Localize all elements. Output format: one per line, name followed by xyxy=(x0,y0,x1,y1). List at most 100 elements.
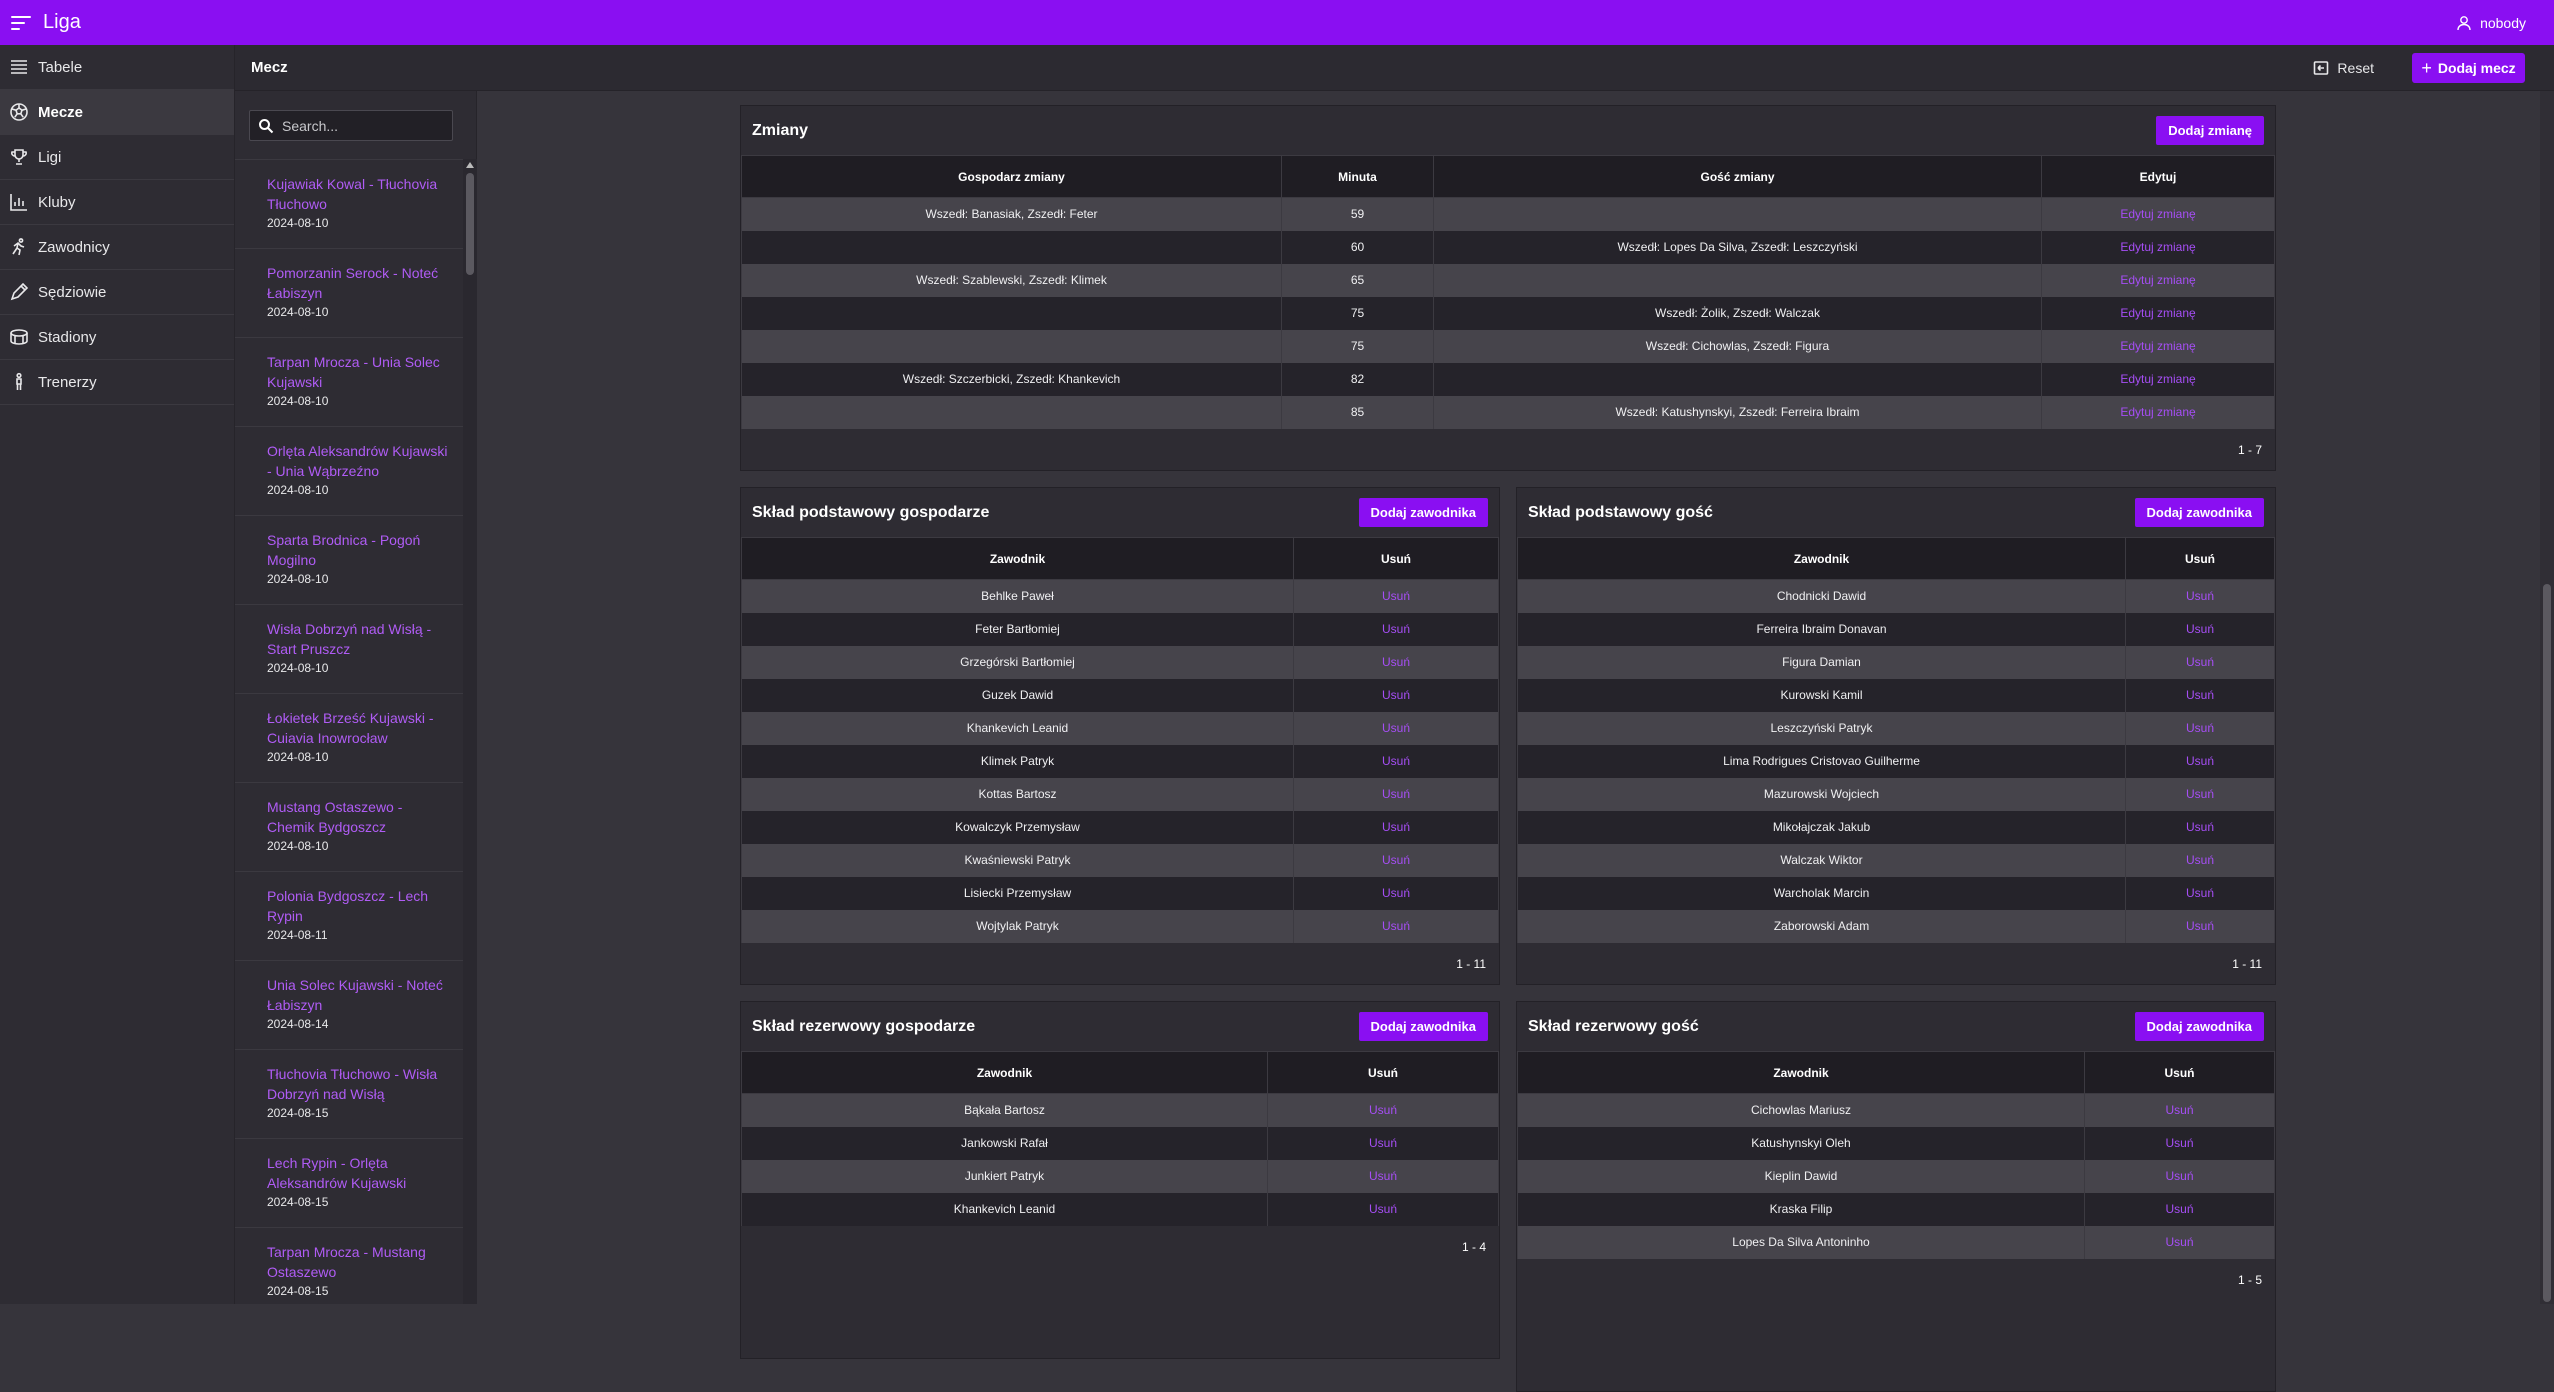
add-player-button[interactable]: Dodaj zawodnika xyxy=(2134,1012,2264,1041)
search-box[interactable] xyxy=(249,110,453,141)
list-item[interactable]: Tłuchovia Tłuchowo - Wisła Dobrzyń nad W… xyxy=(235,1049,463,1138)
list-item[interactable]: Kujawiak Kowal - Tłuchovia Tłuchowo 2024-… xyxy=(235,159,463,248)
column-header[interactable]: Zawodnik xyxy=(1517,537,2126,580)
sidebar-item-trenerzy[interactable]: Trenerzy xyxy=(0,360,234,405)
scrollbar-thumb[interactable] xyxy=(466,173,474,275)
reset-button[interactable]: Reset xyxy=(2313,57,2374,79)
remove-player-link[interactable]: Usuń xyxy=(2186,886,2214,900)
list-item[interactable]: Pomorzanin Serock - Noteć Łabiszyn 2024-0… xyxy=(235,248,463,337)
remove-player-link[interactable]: Usuń xyxy=(1382,655,1410,669)
edit-substitution-link[interactable]: Edytuj zmianę xyxy=(2120,306,2195,320)
remove-player-link[interactable]: Usuń xyxy=(2165,1136,2193,1150)
list-item[interactable]: Unia Solec Kujawski - Noteć Łabiszyn 2024… xyxy=(235,960,463,1049)
column-header[interactable]: Edytuj xyxy=(2041,155,2275,198)
menu-icon[interactable] xyxy=(11,15,31,30)
list-item[interactable]: Łokietek Brześć Kujawski - Cuiavia Inowr… xyxy=(235,693,463,782)
chart-icon xyxy=(10,194,27,211)
list-item[interactable]: Sparta Brodnica - Pogoń Mogilno 2024-08-1… xyxy=(235,515,463,604)
add-player-button[interactable]: Dodaj zawodnika xyxy=(1358,1012,1488,1041)
list-item[interactable]: Wisła Dobrzyń nad Wisłą - Start Pruszcz 2… xyxy=(235,604,463,693)
top-bar: Liga nobody xyxy=(0,0,2554,45)
user-menu[interactable]: nobody xyxy=(2456,0,2526,45)
pagination-info: 1 - 5 xyxy=(2237,1272,2262,1287)
remove-player-link[interactable]: Usuń xyxy=(1382,919,1410,933)
edit-substitution-link[interactable]: Edytuj zmianę xyxy=(2120,372,2195,386)
list-item[interactable]: Mustang Ostaszewo - Chemik Bydgoszcz 2024… xyxy=(235,782,463,871)
remove-player-link[interactable]: Usuń xyxy=(2186,688,2214,702)
scroll-up-icon[interactable] xyxy=(466,162,474,168)
remove-player-link[interactable]: Usuń xyxy=(1382,853,1410,867)
column-header[interactable]: Gość zmiany xyxy=(1433,155,2042,198)
sidebar-item-sedziowie[interactable]: Sędziowie xyxy=(0,270,234,315)
column-header[interactable]: Minuta xyxy=(1281,155,1434,198)
sidebar-item-kluby[interactable]: Kluby xyxy=(0,180,234,225)
add-substitution-button[interactable]: Dodaj zmianę xyxy=(2156,116,2264,145)
table-row: Khankevich Leanid Usuń xyxy=(741,711,1499,745)
list-scrollbar[interactable] xyxy=(463,159,477,1304)
remove-player-link[interactable]: Usuń xyxy=(1369,1103,1397,1117)
remove-player-link[interactable]: Usuń xyxy=(1369,1202,1397,1216)
remove-player-link[interactable]: Usuń xyxy=(2186,787,2214,801)
user-name: nobody xyxy=(2480,14,2526,31)
column-header[interactable]: Zawodnik xyxy=(741,537,1294,580)
sidebar-item-tabele[interactable]: Tabele xyxy=(0,45,234,90)
column-header[interactable]: Usuń xyxy=(2084,1051,2275,1094)
column-header[interactable]: Zawodnik xyxy=(741,1051,1268,1094)
column-header[interactable]: Usuń xyxy=(1267,1051,1499,1094)
table-row: 60 Wszedł: Lopes Da Silva, Zszedł: Leszcz… xyxy=(741,230,2275,264)
remove-player-link[interactable]: Usuń xyxy=(2186,919,2214,933)
remove-player-link[interactable]: Usuń xyxy=(1382,589,1410,603)
remove-player-link[interactable]: Usuń xyxy=(2165,1202,2193,1216)
edit-substitution-link[interactable]: Edytuj zmianę xyxy=(2120,339,2195,353)
remove-player-link[interactable]: Usuń xyxy=(1382,688,1410,702)
column-header[interactable]: Gospodarz zmiany xyxy=(741,155,1282,198)
add-match-button[interactable]: + Dodaj mecz xyxy=(2412,53,2525,83)
main-scrollbar[interactable] xyxy=(2540,91,2554,1304)
remove-player-link[interactable]: Usuń xyxy=(2165,1235,2193,1249)
remove-player-link[interactable]: Usuń xyxy=(2186,721,2214,735)
column-header[interactable]: Zawodnik xyxy=(1517,1051,2085,1094)
list-item[interactable]: Tarpan Mrocza - Unia Solec Kujawski 2024-… xyxy=(235,337,463,426)
starting-away-card: Skład podstawowy gość Dodaj zawodnika Za… xyxy=(1516,487,2276,985)
remove-player-link[interactable]: Usuń xyxy=(2186,754,2214,768)
remove-player-link[interactable]: Usuń xyxy=(1382,820,1410,834)
remove-player-link[interactable]: Usuń xyxy=(2186,589,2214,603)
sidebar-item-mecze[interactable]: Mecze xyxy=(0,90,234,135)
remove-player-link[interactable]: Usuń xyxy=(2186,853,2214,867)
add-player-button[interactable]: Dodaj zawodnika xyxy=(2134,498,2264,527)
table-row: 75 Wszedł: Żolik, Zszedł: Walczak Edytuj z… xyxy=(741,296,2275,330)
whistle-pen-icon xyxy=(10,282,29,301)
sidebar-item-stadiony[interactable]: Stadiony xyxy=(0,315,234,360)
remove-player-link[interactable]: Usuń xyxy=(2186,622,2214,636)
list-item[interactable]: Lech Rypin - Orlęta Aleksandrów Kujawski… xyxy=(235,1138,463,1227)
match-list-panel: Kujawiak Kowal - Tłuchovia Tłuchowo2024-… xyxy=(235,91,477,1304)
edit-substitution-link[interactable]: Edytuj zmianę xyxy=(2120,405,2195,419)
reserves-away-card: Skład rezerwowy gość Dodaj zawodnika Zaw… xyxy=(1516,1001,2276,1392)
remove-player-link[interactable]: Usuń xyxy=(1382,754,1410,768)
edit-substitution-link[interactable]: Edytuj zmianę xyxy=(2120,240,2195,254)
list-item[interactable]: Polonia Bydgoszcz - Lech Rypin 2024-08-11 xyxy=(235,871,463,960)
remove-player-link[interactable]: Usuń xyxy=(2186,655,2214,669)
edit-substitution-link[interactable]: Edytuj zmianę xyxy=(2120,207,2195,221)
sidebar-item-ligi[interactable]: Ligi xyxy=(0,135,234,180)
edit-substitution-link[interactable]: Edytuj zmianę xyxy=(2120,273,2195,287)
column-header[interactable]: Usuń xyxy=(1293,537,1499,580)
remove-player-link[interactable]: Usuń xyxy=(1382,721,1410,735)
table-row: Warcholak Marcin Usuń xyxy=(1517,876,2275,910)
remove-player-link[interactable]: Usuń xyxy=(1369,1136,1397,1150)
remove-player-link[interactable]: Usuń xyxy=(1382,787,1410,801)
scrollbar-thumb[interactable] xyxy=(2543,584,2551,1302)
search-input[interactable] xyxy=(282,117,452,134)
add-player-button[interactable]: Dodaj zawodnika xyxy=(1358,498,1488,527)
list-item[interactable]: Orlęta Aleksandrów Kujawski - Unia Wąbrz… xyxy=(235,426,463,515)
sidebar-item-zawodnicy[interactable]: Zawodnicy xyxy=(0,225,234,270)
remove-player-link[interactable]: Usuń xyxy=(2165,1169,2193,1183)
remove-player-link[interactable]: Usuń xyxy=(2165,1103,2193,1117)
column-header[interactable]: Usuń xyxy=(2125,537,2275,580)
remove-player-link[interactable]: Usuń xyxy=(1382,622,1410,636)
remove-player-link[interactable]: Usuń xyxy=(2186,820,2214,834)
list-item[interactable]: Tarpan Mrocza - Mustang Ostaszewo 2024-08… xyxy=(235,1227,463,1304)
remove-player-link[interactable]: Usuń xyxy=(1369,1169,1397,1183)
table-row: Kraska Filip Usuń xyxy=(1517,1192,2275,1226)
remove-player-link[interactable]: Usuń xyxy=(1382,886,1410,900)
